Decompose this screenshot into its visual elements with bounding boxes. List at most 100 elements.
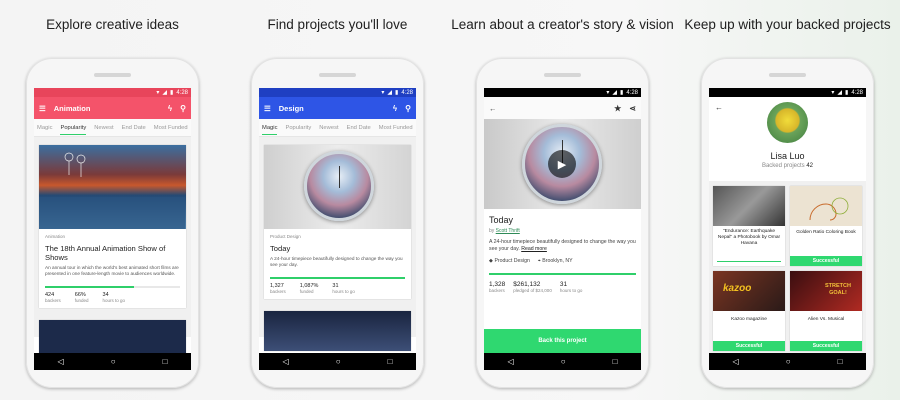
funding-progress-fill	[270, 277, 405, 279]
menu-icon[interactable]: ☰	[264, 104, 271, 113]
project-description: A 24-hour timepiece beautifully designed…	[489, 239, 636, 253]
screen: ▾ ◢ ▮ 4:28 ← Lisa Luo Backed projects 42…	[709, 88, 866, 370]
back-icon[interactable]: ◁	[508, 357, 514, 366]
wifi-icon: ▾	[606, 90, 610, 96]
recent-apps-icon[interactable]: □	[388, 357, 393, 366]
funding-progress	[45, 286, 180, 288]
project-card[interactable]: Animation The 18th Annual Animation Show…	[39, 145, 186, 308]
stat-label: hours to go	[559, 287, 583, 293]
tab-popularity[interactable]: Popularity	[60, 125, 87, 135]
tag-icon: ◆	[489, 258, 493, 264]
home-icon[interactable]: ○	[111, 357, 116, 366]
tab-end-date[interactable]: End Date	[122, 125, 146, 131]
menu-icon[interactable]: ☰	[39, 104, 46, 113]
tab-most-funded[interactable]: Most Funded	[154, 125, 188, 131]
backed-project-title: Alien Vs. Musical	[807, 317, 845, 322]
back-this-project-button[interactable]: Back this project	[484, 329, 641, 353]
stat-label: funded	[299, 288, 314, 294]
status-time: 4:28	[401, 89, 413, 96]
progress-line	[717, 260, 781, 262]
card-category: Product Design	[270, 234, 301, 239]
back-icon[interactable]: ◁	[733, 357, 739, 366]
panel-backed-projects: Keep up with your backed projects ▾ ◢ ▮ …	[675, 0, 900, 400]
clock-artwork	[304, 151, 374, 221]
card-stats: 1,327 backers 1,087% funded 31 hours to go	[270, 283, 405, 294]
battery-icon: ▮	[395, 90, 399, 96]
location-tag[interactable]: ⌖ Brooklyn, NY	[538, 258, 573, 265]
signal-icon: ◢	[612, 90, 617, 96]
stat-value: 1,327	[270, 282, 284, 289]
sort-tabs: Magic Popularity Newest End Date Most Fu…	[259, 119, 416, 137]
read-more-link[interactable]: Read more	[521, 246, 547, 252]
backed-label: Backed projects	[761, 163, 805, 169]
screen: ▾ ◢ ▮ 4:28 ← ★ ⋖ ▶ Today by Scott Thrift…	[484, 88, 641, 370]
project-image	[264, 145, 411, 229]
animation-artwork	[39, 152, 185, 229]
project-video[interactable]: ▶	[484, 119, 641, 209]
back-icon[interactable]: ◁	[283, 357, 289, 366]
category-tag[interactable]: ◆ Product Design	[489, 258, 530, 265]
backed-projects-count: Backed projects 42	[709, 163, 866, 169]
backed-project-card[interactable]: kazoo Kazoo magazine Successful	[713, 271, 785, 351]
status-time: 4:28	[851, 89, 863, 96]
stat-label: funded	[74, 297, 89, 303]
tab-most-funded[interactable]: Most Funded	[379, 125, 413, 131]
panel-find: Find projects you'll love ▾ ◢ ▮ 4:28 ☰ D…	[225, 0, 450, 400]
profile-header: ← Lisa Luo Backed projects 42	[709, 97, 866, 181]
recent-apps-icon[interactable]: □	[613, 357, 618, 366]
screen: ▾ ◢ ▮ 4:28 ☰ Animation ϟ ⚲ Magic Popular…	[34, 88, 191, 370]
lightning-icon[interactable]: ϟ	[393, 104, 397, 113]
funding-progress-fill	[45, 286, 135, 288]
search-icon[interactable]: ⚲	[180, 104, 186, 113]
android-nav-bar: ◁ ○ □	[709, 353, 866, 370]
category-label: Product Design	[494, 258, 530, 264]
home-icon[interactable]: ○	[561, 357, 566, 366]
stat-label: backers	[45, 297, 61, 303]
creator-link[interactable]: Scott Thrift	[496, 228, 520, 234]
caption: Find projects you'll love	[267, 17, 408, 32]
card-body: Animation The 18th Annual Animation Show…	[39, 229, 186, 308]
project-card[interactable]: Product Design Today A 24-hour timepiece…	[264, 145, 411, 299]
back-arrow-icon[interactable]: ←	[715, 103, 723, 112]
tab-magic[interactable]: Magic	[262, 125, 278, 135]
back-icon[interactable]: ◁	[58, 357, 64, 366]
search-icon[interactable]: ⚲	[405, 104, 411, 113]
wifi-icon: ▾	[381, 90, 385, 96]
battery-icon: ▮	[170, 90, 174, 96]
recent-apps-icon[interactable]: □	[163, 357, 168, 366]
back-arrow-icon[interactable]: ←	[489, 104, 497, 113]
status-bar: ▾ ◢ ▮ 4:28	[484, 88, 641, 97]
tab-newest[interactable]: Newest	[94, 125, 113, 131]
speaker	[769, 73, 806, 77]
funding-progress	[489, 273, 636, 275]
backed-project-card[interactable]: STRETCH GOAL! Alien Vs. Musical Successf…	[790, 271, 862, 351]
tab-end-date[interactable]: End Date	[347, 125, 371, 131]
card-stats: 424 backers 66% funded 34 hours to go	[45, 292, 180, 303]
card-title: Today	[270, 244, 291, 253]
status-badge: Successful	[790, 341, 862, 351]
backed-project-card[interactable]: "Endurance: Earthquake Nepal" a Photoboo…	[713, 186, 785, 266]
star-icon[interactable]: ★	[614, 104, 621, 113]
tab-newest[interactable]: Newest	[319, 125, 338, 131]
recent-apps-icon[interactable]: □	[838, 357, 843, 366]
card-title: The 18th Annual Animation Show of Shows	[45, 244, 166, 262]
panel-explore: Explore creative ideas ▾ ◢ ▮ 4:28 ☰ Anim…	[0, 0, 225, 400]
stat-value: 1,087%	[299, 282, 319, 289]
play-button-icon[interactable]: ▶	[548, 150, 576, 178]
tab-magic[interactable]: Magic	[37, 125, 52, 131]
signal-icon: ◢	[837, 90, 842, 96]
tab-popularity[interactable]: Popularity	[285, 125, 311, 131]
stat-backers: 1,327 backers	[270, 283, 286, 294]
location-label: Brooklyn, NY	[542, 258, 573, 264]
project-list: Animation The 18th Annual Animation Show…	[34, 137, 191, 360]
stat-backers: 1,328 backers	[489, 281, 505, 293]
share-icon[interactable]: ⋖	[629, 104, 636, 113]
lightning-icon[interactable]: ϟ	[168, 104, 172, 113]
project-card[interactable]	[264, 310, 411, 351]
home-icon[interactable]: ○	[336, 357, 341, 366]
wifi-icon: ▾	[156, 90, 160, 96]
app-bar-title: Animation	[53, 103, 91, 113]
home-icon[interactable]: ○	[786, 357, 791, 366]
status-bar: ▾ ◢ ▮ 4:28	[709, 88, 866, 97]
backed-project-card[interactable]: Golden Ratio Coloring Book Successful	[790, 186, 862, 266]
